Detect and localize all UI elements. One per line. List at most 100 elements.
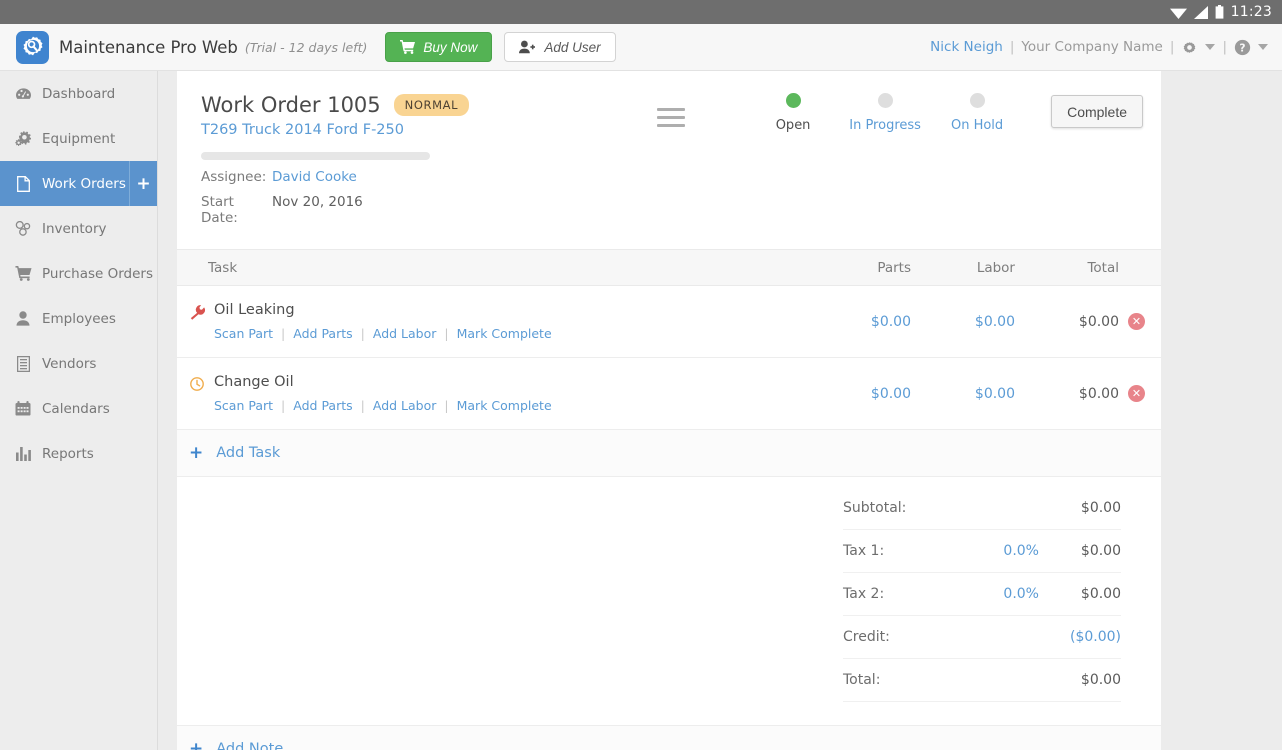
separator: |: [1222, 39, 1227, 55]
add-labor-link[interactable]: Add Labor: [373, 398, 437, 413]
trial-notice: (Trial - 12 days left): [245, 40, 367, 55]
mark-complete-link[interactable]: Mark Complete: [457, 326, 552, 341]
totals-value: $0.00: [1039, 586, 1121, 602]
complete-button[interactable]: Complete: [1051, 95, 1143, 128]
add-parts-link[interactable]: Add Parts: [293, 398, 352, 413]
table-row: Oil Leaking Scan Part | Add Parts | Add …: [177, 286, 1161, 358]
totals-label: Credit:: [843, 629, 953, 645]
tasks-table: Task Parts Labor Total: [177, 249, 1161, 477]
parts-amount[interactable]: $0.00: [807, 314, 911, 330]
add-note-label: Add Note: [216, 741, 283, 750]
delete-cell: ✕: [1119, 385, 1161, 402]
credit-value-link[interactable]: ($0.00): [1039, 629, 1121, 645]
tax1-rate-link[interactable]: 0.0%: [953, 543, 1039, 559]
task-name: Change Oil: [214, 374, 552, 390]
labor-amount[interactable]: $0.00: [911, 386, 1015, 402]
sidebar-item-calendars[interactable]: Calendars: [0, 386, 157, 431]
status-label: On Hold: [951, 118, 1003, 133]
sidebar-item-inventory[interactable]: Inventory: [0, 206, 157, 251]
buy-now-label: Buy Now: [423, 40, 477, 55]
calendar-icon: [12, 401, 34, 416]
status-open[interactable]: Open: [747, 93, 839, 133]
assignee-row: Assignee: David Cooke: [201, 169, 1137, 185]
building-icon: [12, 356, 34, 372]
sidebar-item-label: Purchase Orders: [42, 266, 153, 282]
total-amount: $0.00: [1015, 386, 1119, 402]
task-cell: Change Oil Scan Part | Add Parts | Add L…: [177, 374, 807, 413]
sidebar-item-reports[interactable]: Reports: [0, 431, 157, 476]
totals-value: $0.00: [1039, 672, 1121, 688]
totals-label: Total:: [843, 672, 953, 688]
total-amount: $0.00: [1015, 314, 1119, 330]
add-user-icon: [519, 40, 535, 54]
hamburger-menu-icon[interactable]: [657, 108, 685, 132]
help-chevron-down-icon[interactable]: [1258, 44, 1268, 50]
separator: |: [444, 398, 448, 413]
column-header-total: Total: [1015, 260, 1119, 276]
sidebar-item-vendors[interactable]: Vendors: [0, 341, 157, 386]
task-cell: Oil Leaking Scan Part | Add Parts | Add …: [177, 302, 807, 341]
page-body: Dashboard Equipment Work Orders: [0, 71, 1282, 750]
plus-icon: +: [189, 443, 203, 463]
delete-icon[interactable]: ✕: [1128, 385, 1145, 402]
wifi-icon: [1170, 6, 1187, 19]
sidebar-item-label: Vendors: [42, 356, 96, 372]
buy-now-button[interactable]: Buy Now: [385, 32, 492, 62]
status-label: In Progress: [849, 118, 921, 133]
cell-signal-icon: [1194, 6, 1208, 19]
status-on-hold[interactable]: On Hold: [931, 93, 1023, 133]
app-brand-title: Maintenance Pro Web: [59, 38, 238, 57]
totals-value: $0.00: [1039, 500, 1121, 516]
sidebar-item-employees[interactable]: Employees: [0, 296, 157, 341]
separator: |: [444, 326, 448, 341]
company-name: Your Company Name: [1021, 39, 1162, 55]
assignee-value[interactable]: David Cooke: [272, 169, 357, 185]
labor-amount[interactable]: $0.00: [911, 314, 1015, 330]
sidebar-item-label: Reports: [42, 446, 94, 462]
sidebar-item-work-orders[interactable]: Work Orders +: [0, 161, 157, 206]
sidebar-item-equipment[interactable]: Equipment: [0, 116, 157, 161]
app-logo-gear-icon[interactable]: [16, 31, 49, 64]
add-work-order-button[interactable]: +: [129, 161, 157, 206]
settings-chevron-down-icon[interactable]: [1205, 44, 1215, 50]
wrench-icon: [185, 305, 209, 320]
sidebar-item-purchase-orders[interactable]: Purchase Orders: [0, 251, 157, 296]
separator: |: [281, 398, 285, 413]
gear-icon[interactable]: [1181, 39, 1198, 56]
totals-row-tax1: Tax 1: 0.0% $0.00: [843, 530, 1121, 573]
user-name-link[interactable]: Nick Neigh: [930, 39, 1003, 55]
totals-row-subtotal: Subtotal: $0.00: [843, 487, 1121, 530]
person-icon: [12, 311, 34, 326]
mark-complete-link[interactable]: Mark Complete: [457, 398, 552, 413]
add-labor-link[interactable]: Add Labor: [373, 326, 437, 341]
sidebar-item-label: Calendars: [42, 401, 110, 417]
delete-cell: ✕: [1119, 313, 1161, 330]
add-task-label: Add Task: [216, 445, 280, 461]
svg-text:?: ?: [1239, 41, 1245, 54]
parts-amount[interactable]: $0.00: [807, 386, 911, 402]
totals-row-tax2: Tax 2: 0.0% $0.00: [843, 573, 1121, 616]
priority-badge: NORMAL: [394, 94, 469, 116]
account-area: Nick Neigh | Your Company Name | | ?: [930, 39, 1272, 56]
battery-icon: [1215, 5, 1224, 19]
add-note-button[interactable]: + Add Note: [177, 725, 1161, 750]
delete-icon[interactable]: ✕: [1128, 313, 1145, 330]
add-task-button[interactable]: + Add Task: [177, 430, 1161, 477]
help-icon[interactable]: ?: [1234, 39, 1251, 56]
add-user-button[interactable]: Add User: [504, 32, 615, 62]
table-row: Change Oil Scan Part | Add Parts | Add L…: [177, 358, 1161, 430]
sidebar-item-label: Inventory: [42, 221, 106, 237]
separator: |: [1170, 39, 1175, 55]
start-date-row: Start Date: Nov 20, 2016: [201, 194, 1137, 226]
scan-part-link[interactable]: Scan Part: [214, 398, 273, 413]
sidebar-item-dashboard[interactable]: Dashboard: [0, 71, 157, 116]
separator: |: [361, 398, 365, 413]
separator: |: [361, 326, 365, 341]
tax2-rate-link[interactable]: 0.0%: [953, 586, 1039, 602]
status-bar-clock: 11:23: [1231, 5, 1272, 19]
status-in-progress[interactable]: In Progress: [839, 93, 931, 133]
dashboard-icon: [12, 87, 34, 101]
column-header-parts: Parts: [807, 260, 911, 276]
add-parts-link[interactable]: Add Parts: [293, 326, 352, 341]
scan-part-link[interactable]: Scan Part: [214, 326, 273, 341]
